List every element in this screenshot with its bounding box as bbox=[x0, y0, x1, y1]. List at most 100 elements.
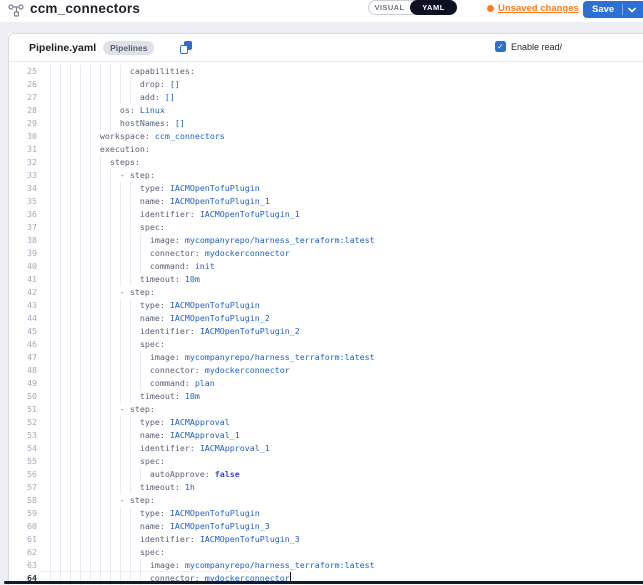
indent-guide bbox=[60, 221, 70, 234]
chevron-down-icon[interactable] bbox=[628, 7, 636, 13]
yaml-key: spec: bbox=[140, 339, 165, 349]
indent-guide bbox=[60, 208, 70, 221]
indent-guide bbox=[50, 338, 60, 351]
code-line[interactable]: 28 os: Linux bbox=[9, 104, 643, 117]
enable-readwrite-checkbox[interactable]: ✓ Enable read/ bbox=[495, 41, 573, 52]
code-line[interactable]: 35 name: IACMOpenTofuPlugin_1 bbox=[9, 195, 643, 208]
copy-icon[interactable] bbox=[180, 41, 192, 54]
indent-guide bbox=[50, 455, 60, 468]
code-line[interactable]: 42 - step: bbox=[9, 286, 643, 299]
indent-guide bbox=[50, 429, 60, 442]
indent-guide bbox=[60, 91, 70, 104]
code-line[interactable]: 62 spec: bbox=[9, 546, 643, 559]
code-line[interactable]: 58 - step: bbox=[9, 494, 643, 507]
code-line[interactable]: 44 name: IACMOpenTofuPlugin_2 bbox=[9, 312, 643, 325]
code-line[interactable]: 60 name: IACMOpenTofuPlugin_3 bbox=[9, 520, 643, 533]
save-button[interactable]: Save bbox=[583, 1, 643, 18]
code-line[interactable]: 57 timeout: 1h bbox=[9, 481, 643, 494]
code-line[interactable]: 36 identifier: IACMOpenTofuPlugin_1 bbox=[9, 208, 643, 221]
code-line[interactable]: 45 identifier: IACMOpenTofuPlugin_2 bbox=[9, 325, 643, 338]
yaml-editor-card: Pipeline.yaml Pipelines ✓ Enable read/ 2… bbox=[8, 33, 643, 585]
indent-guide bbox=[120, 312, 130, 325]
toggle-visual[interactable]: VISUAL bbox=[369, 1, 410, 14]
yaml-value: ccm_connectors bbox=[155, 131, 225, 141]
yaml-key: steps: bbox=[110, 157, 140, 167]
indent-guide bbox=[90, 247, 100, 260]
line-number: 31 bbox=[9, 143, 41, 156]
code-text: connector: mydockerconnector bbox=[41, 247, 290, 260]
code-line[interactable]: 59 type: IACMOpenTofuPlugin bbox=[9, 507, 643, 520]
indent-guide bbox=[70, 338, 80, 351]
indent-guide bbox=[120, 182, 130, 195]
code-line[interactable]: 34 type: IACMOpenTofuPlugin bbox=[9, 182, 643, 195]
code-text: name: IACMOpenTofuPlugin_3 bbox=[41, 520, 270, 533]
code-line[interactable]: 63 image: mycompanyrepo/harness_terrafor… bbox=[9, 559, 643, 572]
code-line[interactable]: 50 timeout: 10m bbox=[9, 390, 643, 403]
code-line[interactable]: 52 type: IACMApproval bbox=[9, 416, 643, 429]
indent-guide bbox=[110, 169, 120, 182]
yaml-key: timeout: bbox=[140, 482, 180, 492]
save-button-divider bbox=[622, 4, 623, 15]
code-line[interactable]: 38 image: mycompanyrepo/harness_terrafor… bbox=[9, 234, 643, 247]
indent-guide bbox=[60, 429, 70, 442]
code-text: identifier: IACMApproval_1 bbox=[41, 442, 270, 455]
indent-guide bbox=[60, 156, 70, 169]
indent-guide bbox=[80, 234, 90, 247]
checkbox-check-icon[interactable]: ✓ bbox=[495, 41, 506, 52]
indent-guide bbox=[110, 312, 120, 325]
code-line[interactable]: 51 - step: bbox=[9, 403, 643, 416]
indent-guide bbox=[100, 559, 110, 572]
save-button-label[interactable]: Save bbox=[583, 4, 614, 15]
indent-guide bbox=[130, 182, 140, 195]
code-line[interactable]: 39 connector: mydockerconnector bbox=[9, 247, 643, 260]
code-line[interactable]: 43 type: IACMOpenTofuPlugin bbox=[9, 299, 643, 312]
code-line[interactable]: 56 autoApprove: false bbox=[9, 468, 643, 481]
code-line[interactable]: 37 spec: bbox=[9, 221, 643, 234]
code-line[interactable]: 40 command: init bbox=[9, 260, 643, 273]
code-line[interactable]: 27 add: [] bbox=[9, 91, 643, 104]
visual-yaml-toggle[interactable]: VISUAL YAML bbox=[368, 0, 457, 15]
indent-guide bbox=[120, 416, 130, 429]
indent-guide bbox=[80, 494, 90, 507]
toggle-yaml[interactable]: YAML bbox=[410, 0, 457, 15]
indent-guide bbox=[80, 117, 90, 130]
indent-guide bbox=[80, 286, 90, 299]
code-line[interactable]: 41 timeout: 10m bbox=[9, 273, 643, 286]
code-line[interactable]: 29 hostNames: [] bbox=[9, 117, 643, 130]
indent-guide bbox=[120, 195, 130, 208]
code-line[interactable]: 48 connector: mydockerconnector bbox=[9, 364, 643, 377]
code-line[interactable]: 31 execution: bbox=[9, 143, 643, 156]
indent-guide bbox=[120, 507, 130, 520]
code-line[interactable]: 33 - step: bbox=[9, 169, 643, 182]
indent-guide bbox=[90, 143, 100, 156]
code-line[interactable]: 54 identifier: IACMApproval_1 bbox=[9, 442, 643, 455]
yaml-key: step: bbox=[130, 495, 155, 505]
indent-guide bbox=[130, 312, 140, 325]
yaml-value: IACMOpenTofuPlugin_3 bbox=[200, 534, 300, 544]
indent-guide bbox=[50, 247, 60, 260]
indent-guide bbox=[70, 78, 80, 91]
indent-guide bbox=[50, 559, 60, 572]
indent-guide bbox=[110, 286, 120, 299]
code-line[interactable]: 61 identifier: IACMOpenTofuPlugin_3 bbox=[9, 533, 643, 546]
code-line[interactable]: 25 capabilities: bbox=[9, 65, 643, 78]
code-line[interactable]: 55 spec: bbox=[9, 455, 643, 468]
code-line[interactable]: 30 workspace: ccm_connectors bbox=[9, 130, 643, 143]
unsaved-changes[interactable]: Unsaved changes bbox=[487, 3, 579, 14]
indent-guide bbox=[130, 507, 140, 520]
line-number: 39 bbox=[9, 247, 41, 260]
line-number: 41 bbox=[9, 273, 41, 286]
yaml-key: autoApprove: bbox=[150, 469, 210, 479]
indent-guide bbox=[120, 442, 130, 455]
indent-guide bbox=[100, 546, 110, 559]
code-line[interactable]: 46 spec: bbox=[9, 338, 643, 351]
indent-guide bbox=[110, 390, 120, 403]
code-line[interactable]: 49 command: plan bbox=[9, 377, 643, 390]
code-line[interactable]: 53 name: IACMApproval_1 bbox=[9, 429, 643, 442]
unsaved-changes-label[interactable]: Unsaved changes bbox=[498, 3, 579, 14]
yaml-code-editor[interactable]: 25 capabilities:26 drop: []27 add: []28 … bbox=[9, 63, 643, 585]
code-line[interactable]: 32 steps: bbox=[9, 156, 643, 169]
code-line[interactable]: 26 drop: [] bbox=[9, 78, 643, 91]
code-line[interactable]: 47 image: mycompanyrepo/harness_terrafor… bbox=[9, 351, 643, 364]
code-text: identifier: IACMOpenTofuPlugin_2 bbox=[41, 325, 300, 338]
